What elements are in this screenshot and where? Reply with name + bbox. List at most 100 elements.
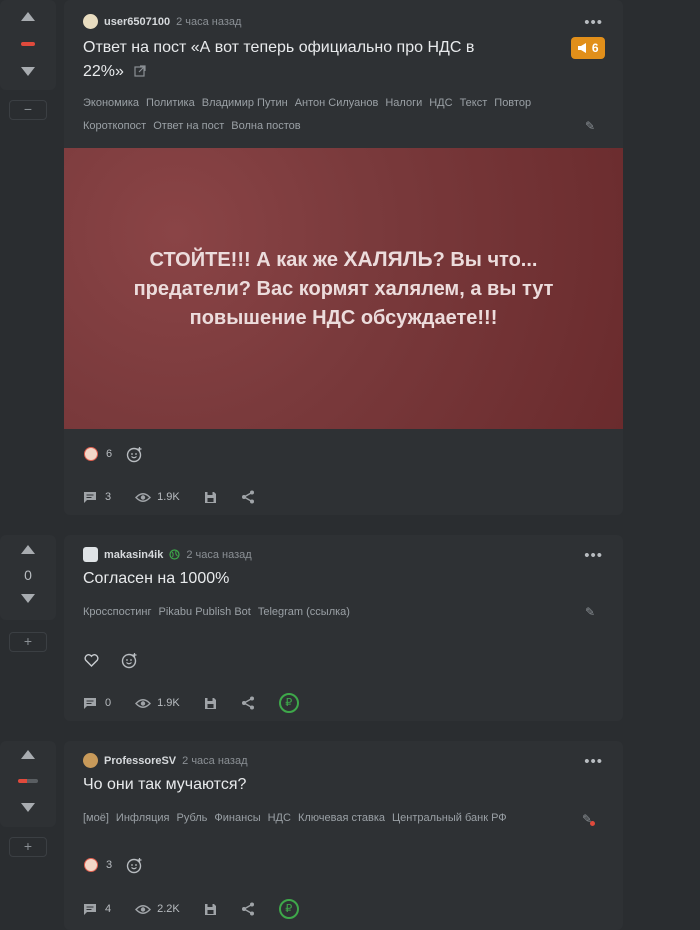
more-menu-icon[interactable]: ••• xyxy=(584,547,603,564)
edit-tags-icon[interactable]: ✎ xyxy=(585,119,595,133)
tag-link[interactable]: Экономика xyxy=(83,97,139,109)
avatar[interactable] xyxy=(83,753,98,768)
post-title[interactable]: Ответ на пост «А вот теперь официально п… xyxy=(83,36,553,84)
post-meta: user6507100 2 часа назад xyxy=(83,14,241,29)
author-link[interactable]: makasin4ik xyxy=(104,549,163,561)
views-counter: 1.9K xyxy=(135,697,180,709)
tag-link[interactable]: Финансы xyxy=(214,812,260,824)
tag-link[interactable]: Рубль xyxy=(177,812,208,824)
tag-link[interactable]: Текст xyxy=(460,97,488,109)
more-menu-icon[interactable]: ••• xyxy=(584,14,603,31)
save-icon xyxy=(204,491,216,503)
post-time: 2 часа назад xyxy=(176,15,242,28)
tag-row: Кросспостинг Pikabu Publish Bot Telegram (… xyxy=(83,601,563,624)
add-reaction-button[interactable] xyxy=(126,442,143,466)
share-icon xyxy=(241,490,254,504)
comments-count: 3 xyxy=(105,491,112,503)
add-reaction-button[interactable] xyxy=(121,648,138,672)
downvote-icon[interactable] xyxy=(21,594,35,603)
rating-bar xyxy=(18,779,38,783)
tag-link[interactable]: Ответ на пост xyxy=(153,120,224,132)
add-reaction-icon xyxy=(126,857,142,873)
tag-link[interactable]: Короткопост xyxy=(83,120,146,132)
tag-link[interactable]: Центральный банк РФ xyxy=(392,812,507,824)
expand-button[interactable]: + xyxy=(9,837,47,857)
post-title[interactable]: Согласен на 1000% xyxy=(83,567,229,591)
add-reaction-button[interactable] xyxy=(126,853,143,877)
tag-link[interactable]: Налоги xyxy=(385,97,422,109)
tag-link[interactable]: Повтор xyxy=(494,97,531,109)
badge-count: 6 xyxy=(591,41,599,55)
tag-link[interactable]: Волна постов xyxy=(231,120,300,132)
tag-link[interactable]: Telegram (ссылка) xyxy=(258,606,350,618)
tag-link[interactable]: [моё] xyxy=(83,812,109,824)
share-icon xyxy=(241,696,254,710)
image-text-part-1: СТОЙТЕ!!! А как же xyxy=(149,248,344,271)
post-time: 2 часа назад xyxy=(182,754,248,767)
ruble-icon: ₽ xyxy=(278,693,299,713)
avatar[interactable] xyxy=(83,14,98,29)
tag-link[interactable]: Кросспостинг xyxy=(83,606,152,618)
save-button[interactable] xyxy=(204,491,217,504)
reaction-button[interactable]: 3 xyxy=(84,853,112,877)
post-title[interactable]: Чо они так мучаются? xyxy=(83,773,246,797)
expand-button[interactable]: + xyxy=(9,632,47,652)
collapse-button[interactable]: − xyxy=(9,100,47,120)
comments-button[interactable]: 4 xyxy=(83,903,111,916)
tag-link[interactable]: Политика xyxy=(146,97,195,109)
downvote-icon[interactable] xyxy=(21,803,35,812)
share-button[interactable] xyxy=(241,490,255,504)
post-title-line2[interactable]: 22%» xyxy=(83,63,124,80)
post-title-line1[interactable]: Ответ на пост «А вот теперь официально п… xyxy=(83,39,474,56)
eye-icon xyxy=(135,698,152,708)
views-counter: 1.9K xyxy=(135,491,180,503)
views-count: 1.9K xyxy=(157,491,180,503)
post-image[interactable]: СТОЙТЕ!!! А как же ХАЛЯЛЬ? Вы что... пре… xyxy=(64,148,623,429)
save-button[interactable] xyxy=(204,903,217,916)
views-counter: 2.2K xyxy=(135,903,180,915)
tag-link[interactable]: Антон Силуанов xyxy=(295,97,379,109)
donate-button[interactable]: ₽ xyxy=(278,693,299,713)
comments-count: 4 xyxy=(105,903,112,915)
upvote-icon[interactable] xyxy=(21,545,35,554)
vote-box: 0 xyxy=(0,535,56,620)
views-count: 1.9K xyxy=(157,697,180,709)
more-menu-icon[interactable]: ••• xyxy=(584,753,603,770)
post-time: 2 часа назад xyxy=(186,548,252,561)
globe-icon xyxy=(169,549,180,560)
vote-panel: 0 + xyxy=(0,535,56,652)
edit-tags-icon[interactable]: ✎ xyxy=(582,812,595,826)
tag-link[interactable]: Инфляция xyxy=(116,812,170,824)
community-badge[interactable]: 6 xyxy=(571,37,605,59)
post-actions: 3 1.9K xyxy=(83,490,279,504)
add-reaction-icon xyxy=(126,446,142,462)
tag-link[interactable]: НДС xyxy=(429,97,452,109)
post-actions: 0 1.9K ₽ xyxy=(83,693,323,713)
share-button[interactable] xyxy=(241,696,255,710)
eye-icon xyxy=(135,492,152,502)
reaction-count: 6 xyxy=(106,448,113,460)
comments-button[interactable]: 3 xyxy=(83,491,111,504)
save-button[interactable] xyxy=(204,697,217,710)
author-link[interactable]: ProfessoreSV xyxy=(104,755,176,767)
donate-button[interactable]: ₽ xyxy=(278,899,299,919)
share-icon xyxy=(241,902,254,916)
share-button[interactable] xyxy=(241,902,255,916)
comments-button[interactable]: 0 xyxy=(83,697,111,710)
external-link-icon[interactable] xyxy=(134,65,146,77)
avatar[interactable] xyxy=(83,547,98,562)
author-link[interactable]: user6507100 xyxy=(104,16,170,28)
tag-link[interactable]: Ключевая ставка xyxy=(298,812,385,824)
upvote-icon[interactable] xyxy=(21,12,35,21)
like-button[interactable] xyxy=(84,648,99,672)
add-reaction-icon xyxy=(121,652,137,668)
tag-link[interactable]: Pikabu Publish Bot xyxy=(159,606,251,618)
edit-tags-icon[interactable]: ✎ xyxy=(585,605,595,619)
tag-link[interactable]: НДС xyxy=(268,812,291,824)
tag-list: Кросспостинг Pikabu Publish Bot Telegram (… xyxy=(83,601,563,624)
upvote-icon[interactable] xyxy=(21,750,35,759)
reaction-count: 3 xyxy=(106,859,113,871)
tag-link[interactable]: Владимир Путин xyxy=(202,97,288,109)
downvote-icon[interactable] xyxy=(21,67,35,76)
reaction-button[interactable]: 6 xyxy=(84,442,112,466)
